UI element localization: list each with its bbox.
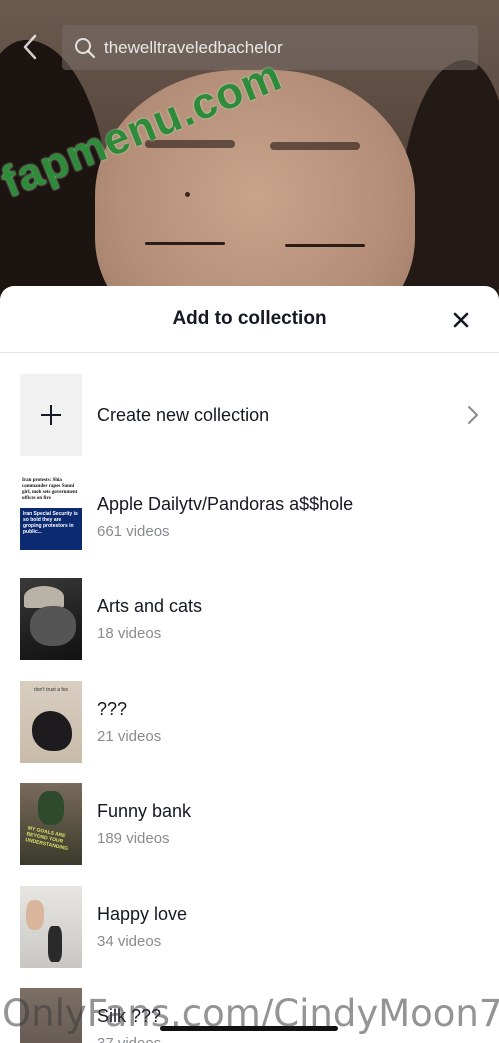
collection-count: 661 videos: [97, 523, 170, 540]
collection-thumbnail: MY GOALS ARE BEYOND YOUR UNDERSTANDING: [20, 783, 82, 865]
sheet-header: Add to collection: [0, 286, 499, 353]
thumbnail-banner: Iran Special Security is so bold they ar…: [20, 508, 82, 550]
collection-item[interactable]: Iran protests: Shia commander rapes Sunn…: [20, 476, 480, 558]
add-to-collection-sheet: Add to collection Create new collection …: [0, 286, 499, 1043]
thumbnail-person: [38, 791, 64, 825]
thumbnail-banner-text: Iran Special Security is so bold they ar…: [23, 511, 78, 535]
chevron-right-icon: [468, 406, 478, 424]
thumbnail-hat: [24, 586, 64, 608]
thumbnail-caption: don't trust a fox: [34, 687, 69, 693]
chevron-left-icon: [23, 34, 37, 60]
home-indicator[interactable]: [160, 1026, 338, 1031]
collection-thumbnail: Iran protests: Shia commander rapes Sunn…: [20, 476, 82, 558]
collection-thumbnail: don't trust a fox: [20, 681, 82, 763]
back-button[interactable]: [14, 30, 46, 64]
collection-name: Happy love: [97, 904, 188, 924]
create-new-collection-button[interactable]: Create new collection: [20, 374, 480, 456]
sheet-title: Add to collection: [172, 308, 327, 329]
thumbnail-person: [26, 900, 44, 930]
collection-count: 34 videos: [97, 933, 162, 950]
collection-thumbnail: [20, 578, 82, 660]
search-icon: [75, 37, 96, 58]
plus-icon: [41, 405, 61, 425]
collection-count: 189 videos: [97, 830, 170, 847]
collection-item[interactable]: Happy love 34 videos: [20, 886, 480, 968]
brow: [270, 142, 360, 150]
close-button[interactable]: [447, 306, 475, 334]
collection-item[interactable]: MY GOALS ARE BEYOND YOUR UNDERSTANDING F…: [20, 783, 480, 865]
search-query: thewelltraveledbachelor: [104, 37, 283, 57]
collection-item[interactable]: don't trust a fox ??? 21 videos: [20, 681, 480, 763]
collection-count: 37 videos: [97, 1035, 161, 1043]
create-label: Create new collection: [97, 404, 270, 425]
collection-count: 18 videos: [97, 625, 162, 642]
eye: [285, 244, 365, 247]
collection-count: 21 videos: [97, 728, 162, 745]
mole: [185, 192, 190, 197]
thumbnail-cat: [30, 606, 76, 646]
thumbnail-cat: [32, 711, 72, 751]
collection-name: Apple Dailytv/Pandoras a$$hole: [97, 494, 354, 514]
thumbnail-person: [48, 926, 62, 962]
create-thumb: [20, 374, 82, 456]
collection-item[interactable]: Arts and cats 18 videos: [20, 578, 480, 660]
collection-name: ???: [97, 699, 128, 719]
eye: [145, 242, 225, 245]
thumbnail-caption: MY GOALS ARE BEYOND YOUR UNDERSTANDING: [24, 825, 69, 853]
collection-name: Funny bank: [97, 801, 192, 821]
collection-name: Arts and cats: [97, 596, 203, 616]
hair-shape: [399, 60, 499, 300]
thumbnail-caption: Iran protests: Shia commander rapes Sunn…: [22, 478, 78, 501]
collection-thumbnail: [20, 886, 82, 968]
close-icon: [453, 312, 469, 328]
